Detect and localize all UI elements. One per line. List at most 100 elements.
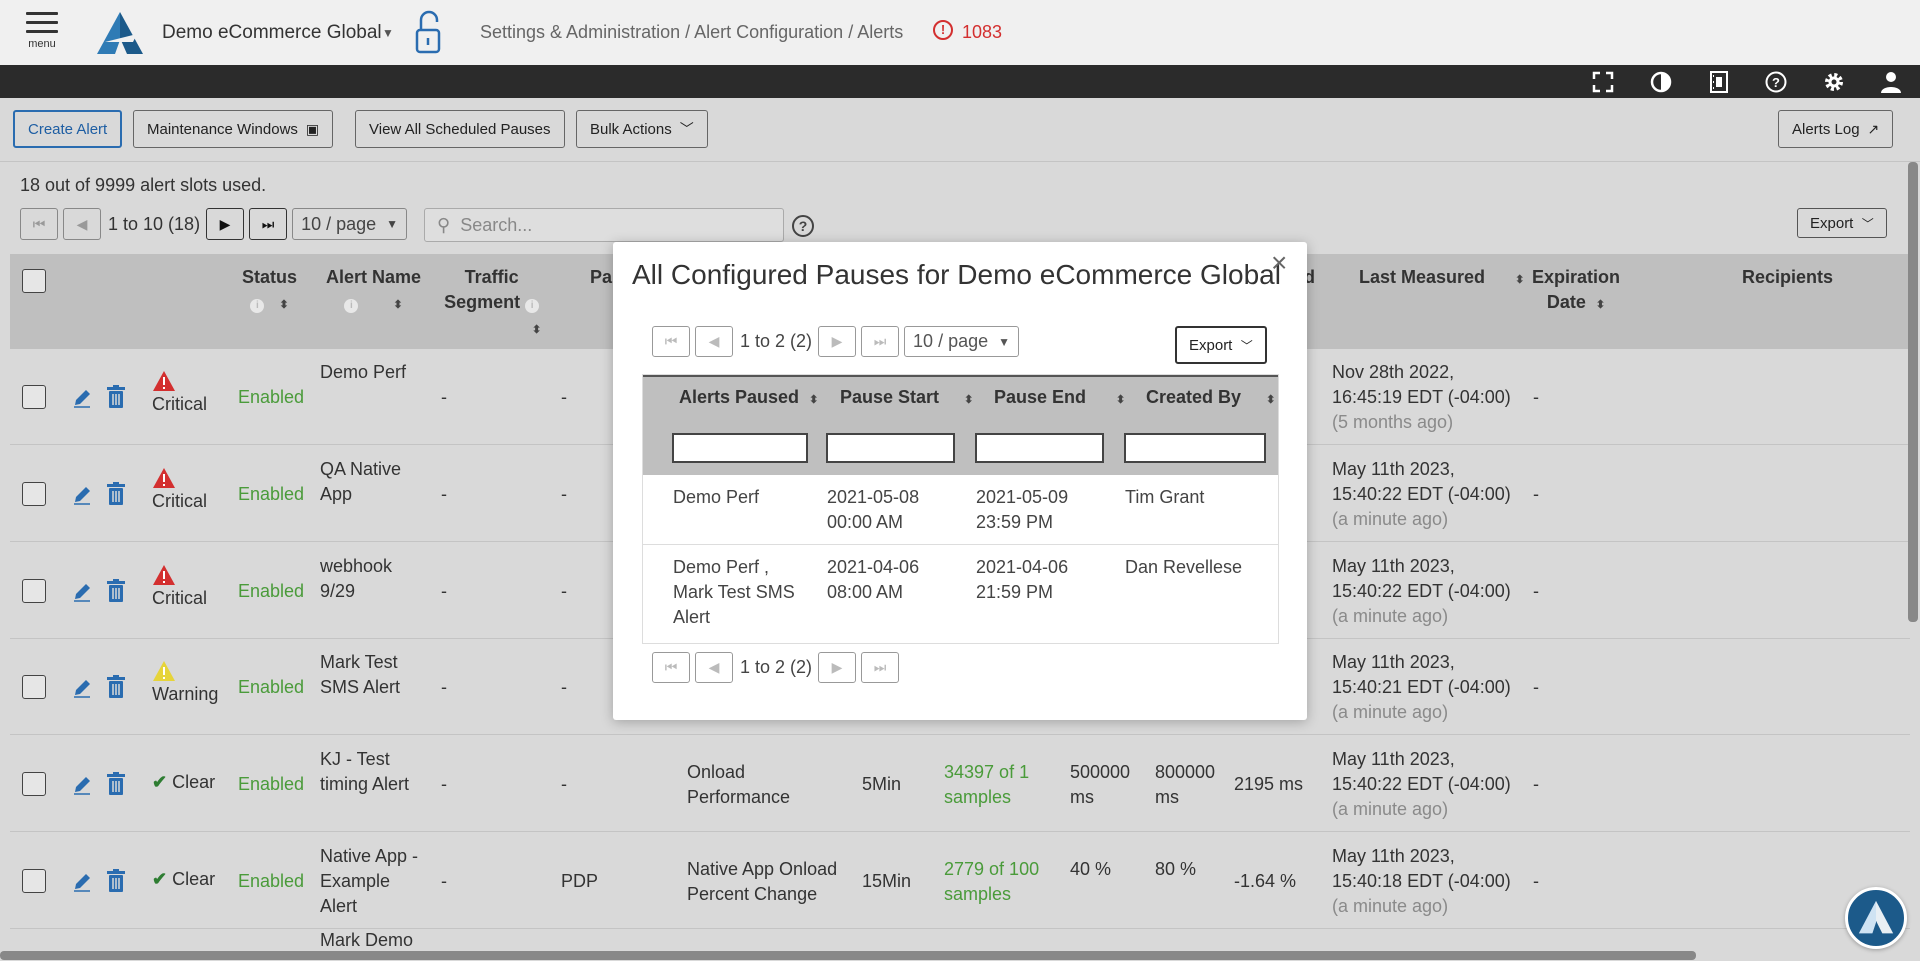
table-row[interactable]: Demo Perf , Mark Test SMS Alert 2021-04-06…	[643, 545, 1278, 643]
edit-icon[interactable]	[72, 483, 92, 505]
trash-icon[interactable]	[106, 675, 126, 699]
svg-text:?: ?	[1772, 75, 1780, 90]
pauses-modal: All Configured Pauses for Demo eCommerce…	[613, 242, 1307, 720]
last-page-button[interactable]: ⏭	[861, 326, 900, 357]
modal-page-size-select[interactable]: 10 / page ▼	[904, 326, 1020, 357]
search-input[interactable]: ⚲ Search...	[424, 208, 784, 242]
edit-icon[interactable]	[72, 386, 92, 408]
pause-start-filter[interactable]	[826, 433, 955, 463]
column-recipients[interactable]: Recipients	[1742, 265, 1833, 290]
edit-icon[interactable]	[72, 773, 92, 795]
sort-icon[interactable]: ⬍	[393, 299, 402, 311]
table-row[interactable]: Demo Perf 2021-05-08 00:00 AM 2021-05-09 2…	[643, 475, 1278, 545]
error-count[interactable]: 1083	[962, 22, 1002, 43]
chat-icon[interactable]	[1845, 887, 1907, 949]
alerts-paused-filter[interactable]	[672, 433, 808, 463]
sort-icon[interactable]: ⬍	[532, 324, 541, 336]
contrast-icon[interactable]	[1648, 69, 1674, 95]
first-page-button[interactable]: ⏮	[652, 652, 690, 683]
menu-button[interactable]: menu	[26, 12, 58, 50]
select-all-checkbox[interactable]	[22, 269, 46, 293]
trash-icon[interactable]	[106, 579, 126, 603]
column-alerts-paused[interactable]: Alerts Paused ⬍	[679, 387, 818, 408]
next-page-button[interactable]: ▶	[206, 208, 245, 240]
column-traffic-segment[interactable]: Traffic Segment i ⬍	[442, 265, 541, 343]
column-created-by[interactable]: Created By ⬍	[1146, 387, 1275, 408]
sort-icon[interactable]: ⬍	[1266, 394, 1275, 406]
modal-export-button[interactable]: Export ﹀	[1175, 326, 1267, 364]
trash-icon[interactable]	[106, 869, 126, 893]
close-icon[interactable]: ×	[1271, 247, 1287, 279]
sort-icon[interactable]: ⬍	[964, 394, 973, 406]
trash-icon[interactable]	[106, 772, 126, 796]
fullscreen-icon[interactable]	[1590, 69, 1616, 95]
row-checkbox[interactable]	[22, 869, 46, 893]
alert-name-cell[interactable]: Native App - Example Alert	[320, 844, 418, 919]
alert-name-cell[interactable]: KJ - Test timing Alert	[320, 747, 409, 797]
first-page-button[interactable]: ⏮	[652, 326, 690, 357]
trash-icon[interactable]	[106, 482, 126, 506]
row-checkbox[interactable]	[22, 772, 46, 796]
user-icon[interactable]	[1878, 69, 1904, 95]
row-checkbox[interactable]	[22, 675, 46, 699]
trash-icon[interactable]	[106, 385, 126, 409]
help-icon[interactable]: ?	[792, 215, 814, 237]
status-cell: Enabled	[238, 677, 305, 697]
next-page-button[interactable]: ▶	[818, 652, 857, 683]
horizontal-scrollbar[interactable]	[0, 951, 1696, 960]
prev-page-button[interactable]: ◀	[695, 326, 733, 357]
alert-name-cell[interactable]: Mark Test SMS Alert	[320, 650, 400, 700]
export-button[interactable]: Export ﹀	[1797, 208, 1887, 238]
next-page-button[interactable]: ▶	[818, 326, 857, 357]
bulk-actions-button[interactable]: Bulk Actions ﹀	[576, 110, 708, 148]
column-status[interactable]: Status i ⬍	[242, 265, 297, 318]
view-scheduled-pauses-button[interactable]: View All Scheduled Pauses	[355, 110, 565, 148]
prev-page-button[interactable]: ◀	[695, 652, 733, 683]
vertical-scrollbar[interactable]	[1908, 162, 1918, 622]
prev-page-button[interactable]: ◀	[63, 208, 101, 240]
app-name[interactable]: Demo eCommerce Global	[162, 22, 382, 44]
measured-value-cell: -1.64 %	[1234, 871, 1297, 891]
maintenance-windows-button[interactable]: Maintenance Windows ▣	[133, 110, 334, 148]
column-page[interactable]: Pa	[590, 265, 612, 290]
edit-icon[interactable]	[72, 870, 92, 892]
unlock-icon[interactable]	[412, 8, 446, 56]
row-checkbox[interactable]	[22, 579, 46, 603]
help-icon[interactable]: ?	[1763, 69, 1789, 95]
alerts-log-button[interactable]: Alerts Log ↗	[1778, 110, 1894, 148]
column-last-measured[interactable]: Last Measured ⬍	[1359, 265, 1524, 293]
sort-icon[interactable]: ⬍	[809, 394, 818, 406]
edit-icon[interactable]	[72, 580, 92, 602]
sort-icon[interactable]: ⬍	[1116, 394, 1125, 406]
pause-end-cell: 2021-05-09 23:59 PM	[976, 487, 1069, 532]
brand-logo[interactable]	[97, 12, 143, 54]
table-row[interactable]: ✔ Clear Enabled Native App - Example Alert…	[10, 833, 1910, 929]
alert-name-cell[interactable]: QA Native App	[320, 457, 401, 507]
chevron-down-icon[interactable]: ▼	[382, 26, 394, 40]
row-checkbox[interactable]	[22, 482, 46, 506]
create-alert-button[interactable]: Create Alert	[13, 110, 123, 148]
column-pause-end[interactable]: Pause End ⬍	[994, 387, 1125, 408]
alert-name-cell[interactable]: webhook 9/29	[320, 554, 392, 604]
last-page-button[interactable]: ⏭	[249, 208, 288, 240]
column-alert-name[interactable]: Alert Name i ⬍	[326, 265, 421, 318]
film-icon[interactable]	[1706, 69, 1732, 95]
row-checkbox[interactable]	[22, 385, 46, 409]
last-page-button[interactable]: ⏭	[861, 652, 900, 683]
table-row[interactable]: ✔ Clear Enabled KJ - Test timing Alert - …	[10, 736, 1910, 832]
pause-end-filter[interactable]	[975, 433, 1104, 463]
breadcrumb[interactable]: Settings & Administration / Alert Config…	[480, 22, 903, 43]
column-expiration-date[interactable]: Expiration Date ⬍	[1532, 265, 1620, 318]
created-by-filter[interactable]	[1124, 433, 1266, 463]
first-page-button[interactable]: ⏮	[20, 208, 58, 240]
warning-threshold-cell: 40 %	[1070, 859, 1112, 879]
edit-icon[interactable]	[72, 676, 92, 698]
column-pause-start[interactable]: Pause Start ⬍	[840, 387, 973, 408]
sort-icon[interactable]: ⬍	[1515, 274, 1524, 286]
error-icon[interactable]: !	[933, 20, 953, 40]
sort-icon[interactable]: ⬍	[1596, 299, 1605, 311]
sort-icon[interactable]: ⬍	[279, 299, 288, 311]
page-size-select[interactable]: 10 / page ▼	[292, 208, 408, 240]
alert-name-cell[interactable]: Demo Perf	[320, 360, 406, 410]
gear-icon[interactable]	[1821, 69, 1847, 95]
